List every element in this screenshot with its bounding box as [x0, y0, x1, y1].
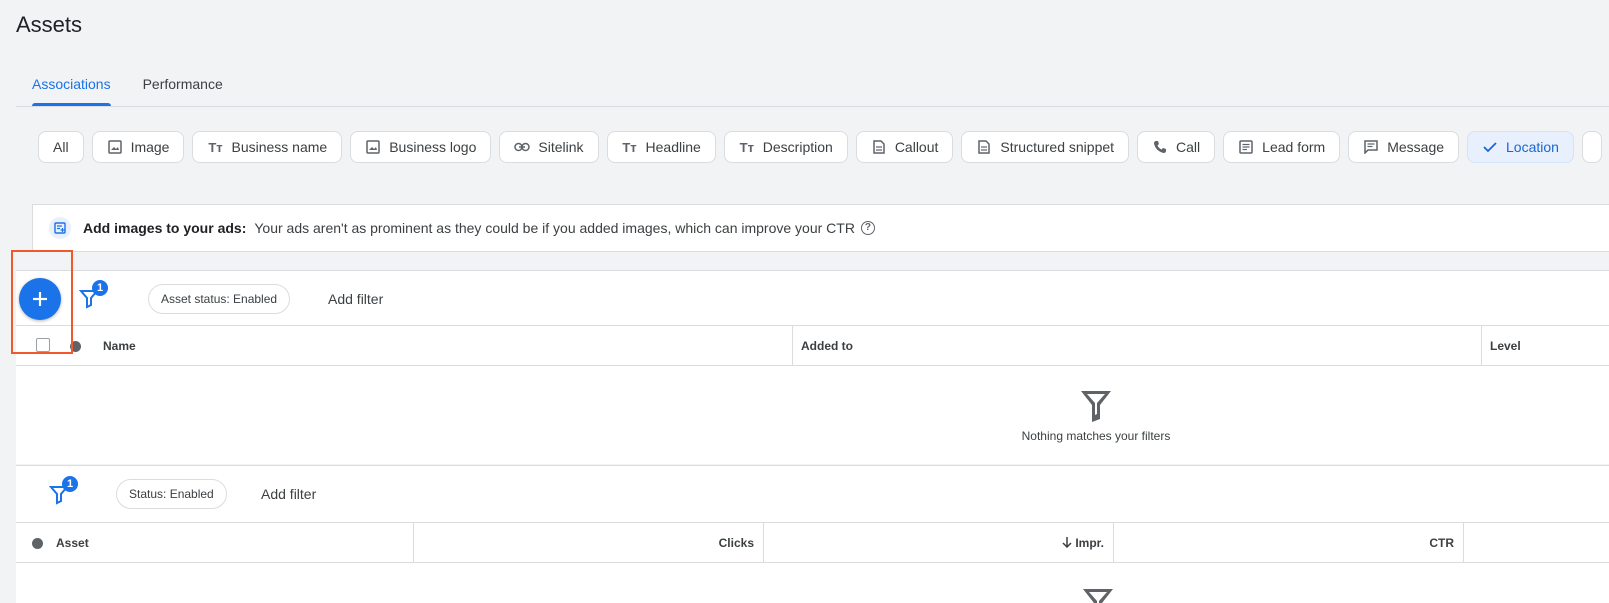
plus-icon	[33, 292, 47, 306]
text-icon: Tт	[208, 139, 223, 155]
text-icon: Tт	[622, 139, 637, 155]
associations-toolbar: 1 Asset status: Enabled Add filter	[16, 271, 1609, 328]
chip-lead-form[interactable]: Lead form	[1223, 131, 1341, 163]
document-icon	[976, 139, 992, 155]
page-title: Assets	[16, 12, 83, 37]
chip-headline[interactable]: Tт Headline	[606, 131, 716, 163]
chip-business-name[interactable]: Tт Business name	[192, 131, 343, 163]
status-filter-chip[interactable]: Status: Enabled	[116, 479, 227, 509]
column-header-impressions-label: Impr.	[1075, 536, 1104, 550]
chip-label: Description	[762, 139, 833, 155]
chip-label: Message	[1387, 139, 1445, 155]
chip-label: Callout	[894, 139, 939, 155]
chip-label: Call	[1176, 139, 1201, 155]
chip-label: Business name	[231, 139, 328, 155]
document-icon	[871, 139, 887, 155]
add-image-icon	[49, 217, 71, 239]
column-divider	[1463, 523, 1464, 563]
asset-status-filter-chip[interactable]: Asset status: Enabled	[148, 284, 291, 314]
chip-message[interactable]: Message	[1348, 131, 1460, 163]
empty-state-message: Nothing matches your filters	[1021, 429, 1171, 443]
image-icon	[107, 139, 123, 155]
help-icon[interactable]: ?	[860, 221, 875, 235]
performance-table-card: 1 Status: Enabled Add filter Asset Click…	[16, 465, 1609, 603]
select-all-checkbox[interactable]	[36, 338, 50, 352]
column-divider	[763, 523, 764, 563]
column-header-clicks[interactable]: Clicks	[416, 523, 754, 563]
chip-all[interactable]: All	[38, 131, 84, 163]
column-divider	[1113, 523, 1114, 563]
associations-table-card: 1 Asset status: Enabled Add filter Name …	[16, 270, 1609, 464]
chip-label: Business logo	[389, 139, 477, 155]
column-header-added-to[interactable]: Added to	[801, 326, 853, 366]
filter-button[interactable]: 1	[46, 476, 78, 510]
form-icon	[1238, 139, 1254, 155]
column-header-ctr[interactable]: CTR	[1116, 523, 1454, 563]
tab-associations[interactable]: Associations	[16, 64, 127, 106]
associations-table-header: Name Added to Level	[16, 325, 1609, 366]
tab-bar: Associations Performance	[16, 64, 239, 106]
empty-filter-icon	[16, 389, 1609, 423]
chip-sitelink[interactable]: Sitelink	[499, 131, 599, 163]
column-header-level[interactable]: Level	[1490, 326, 1521, 366]
empty-filter-icon	[1081, 587, 1115, 603]
performance-table-header: Asset Clicks Impr. CTR	[16, 522, 1609, 563]
link-icon	[514, 139, 531, 155]
chip-label: Headline	[645, 139, 701, 155]
assets-page: Assets Associations Performance All Imag…	[0, 0, 1609, 603]
filter-count-badge: 1	[62, 476, 78, 492]
column-header-impressions[interactable]: Impr.	[766, 523, 1104, 563]
add-filter-button[interactable]: Add filter	[261, 486, 316, 502]
tab-performance[interactable]: Performance	[127, 64, 239, 106]
chip-more[interactable]	[1581, 131, 1602, 163]
chip-label: Lead form	[1262, 139, 1326, 155]
status-dot-icon	[70, 341, 81, 352]
chip-business-logo[interactable]: Business logo	[350, 131, 492, 163]
banner-text: Your ads aren't as prominent as they cou…	[254, 220, 855, 236]
column-divider	[1481, 326, 1482, 366]
add-asset-button[interactable]	[19, 278, 61, 320]
chip-image[interactable]: Image	[91, 131, 185, 163]
chip-label: Location	[1506, 139, 1559, 155]
empty-state: Nothing matches your filters	[16, 389, 1609, 443]
chip-label: Structured snippet	[1000, 139, 1115, 155]
status-dot-icon	[32, 538, 43, 549]
chip-call[interactable]: Call	[1137, 131, 1216, 163]
add-filter-button[interactable]: Add filter	[328, 291, 383, 307]
filter-count-badge: 1	[92, 280, 108, 296]
text-icon: Tт	[739, 139, 754, 155]
message-icon	[1363, 139, 1379, 155]
column-divider	[792, 326, 793, 366]
check-icon	[1482, 139, 1498, 155]
column-header-name[interactable]: Name	[103, 326, 136, 366]
banner-title: Add images to your ads:	[83, 220, 247, 236]
chip-callout[interactable]: Callout	[855, 131, 954, 163]
image-recommendation-banner: Add images to your ads: Your ads aren't …	[32, 204, 1609, 252]
column-divider	[413, 523, 414, 563]
chip-label: Sitelink	[538, 139, 584, 155]
chip-label: All	[53, 139, 69, 155]
chip-description[interactable]: Tт Description	[723, 131, 848, 163]
asset-type-chips: All Image Tт Business name Business logo…	[16, 107, 1609, 187]
chip-label: Image	[130, 139, 170, 155]
chip-structured-snippet[interactable]: Structured snippet	[961, 131, 1130, 163]
chip-location[interactable]: Location	[1467, 131, 1574, 163]
column-header-asset[interactable]: Asset	[56, 523, 89, 563]
phone-icon	[1152, 139, 1168, 155]
image-icon	[365, 139, 381, 155]
sort-descending-icon	[1062, 537, 1072, 549]
filter-button[interactable]: 1	[76, 280, 108, 314]
